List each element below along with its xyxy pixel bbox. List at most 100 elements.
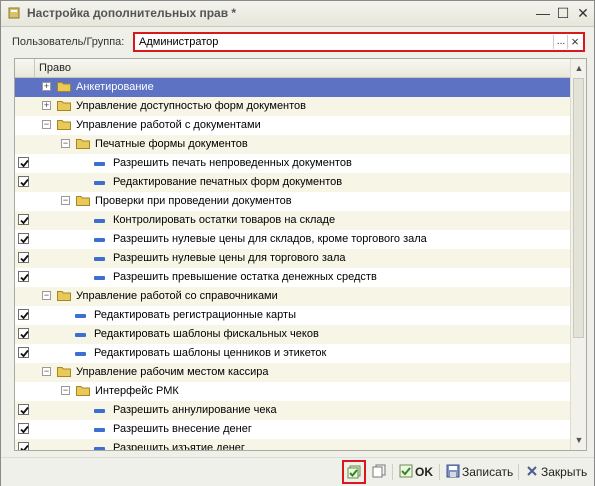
tree-row-label: Управление работой со справочниками: [76, 290, 278, 302]
permission-icon: [94, 238, 105, 242]
collapse-icon[interactable]: −: [61, 386, 70, 395]
tree-group-row[interactable]: − Интерфейс РМК: [15, 382, 570, 401]
copy-icon: [372, 464, 386, 478]
app-icon: [8, 7, 20, 19]
rights-tree[interactable]: Право + Анкетирование + Управление доступно…: [14, 58, 587, 451]
tree-row-label: Управление доступностью форм документов: [76, 100, 307, 112]
permission-checkbox[interactable]: [18, 233, 29, 244]
expand-icon[interactable]: +: [42, 82, 51, 91]
tree-header: Право: [15, 59, 586, 78]
tree-group-row[interactable]: − Управление работой с документами: [15, 116, 570, 135]
toolbar-separator: [392, 464, 393, 480]
tree-row-label: Анкетирование: [76, 81, 154, 93]
collapse-icon[interactable]: −: [42, 120, 51, 129]
collapse-icon[interactable]: −: [42, 367, 51, 376]
copy-button[interactable]: [369, 462, 389, 482]
close-form-icon: [527, 466, 537, 476]
save-button[interactable]: Записать: [443, 462, 515, 482]
tree-group-row[interactable]: − Проверки при проведении документов: [15, 192, 570, 211]
permission-icon: [94, 276, 105, 280]
permission-checkbox[interactable]: [18, 423, 29, 434]
tree-group-row[interactable]: − Управление рабочим местом кассира: [15, 363, 570, 382]
permission-icon: [75, 314, 86, 318]
tree-item-row[interactable]: Контролировать остатки товаров на складе: [15, 211, 570, 230]
collapse-icon[interactable]: −: [42, 291, 51, 300]
checkbox-column-header[interactable]: [15, 59, 35, 77]
permission-checkbox[interactable]: [18, 442, 29, 450]
permission-checkbox[interactable]: [18, 252, 29, 263]
tree-item-row[interactable]: Редактировать шаблоны фискальных чеков: [15, 325, 570, 344]
tree-row-label: Редактировать шаблоны фискальных чеков: [94, 328, 319, 340]
vertical-scrollbar[interactable]: ▲ ▼: [570, 59, 586, 450]
expand-icon[interactable]: +: [42, 101, 51, 110]
tree-row-label: Редактирование печатных форм документов: [113, 176, 343, 188]
scroll-down-icon[interactable]: ▼: [574, 435, 584, 445]
tree-item-row[interactable]: Разрешить печать непроведенных документо…: [15, 154, 570, 173]
minimize-icon[interactable]: —: [534, 4, 552, 22]
ok-label: OK: [415, 465, 433, 479]
permission-icon: [94, 257, 105, 261]
permission-checkbox[interactable]: [18, 404, 29, 415]
permission-icon: [75, 352, 86, 356]
tree-row-label: Интерфейс РМК: [95, 385, 179, 397]
permission-checkbox[interactable]: [18, 347, 29, 358]
check-all-button[interactable]: [342, 460, 366, 484]
tree-item-row[interactable]: Разрешить внесение денег: [15, 420, 570, 439]
permission-checkbox[interactable]: [18, 176, 29, 187]
footer-toolbar: OK Записать Закрыть: [1, 457, 594, 486]
tree-item-row[interactable]: Разрешить превышение остатка денежных ср…: [15, 268, 570, 287]
tree-row-label: Редактировать регистрационные карты: [94, 309, 296, 321]
tree-row-label: Разрешить внесение денег: [113, 423, 252, 435]
close-icon[interactable]: ✕: [574, 4, 592, 22]
settings-window: Настройка дополнительных прав * — ☐ ✕ По…: [0, 0, 595, 486]
tree-rows: + Анкетирование + Управление доступностью ф…: [15, 78, 570, 450]
toolbar-separator: [439, 464, 440, 480]
folder-icon: [76, 196, 90, 206]
user-group-value[interactable]: Администратор: [139, 36, 218, 48]
tree-item-row[interactable]: Редактировать шаблоны ценников и этикето…: [15, 344, 570, 363]
tree-row-label: Разрешить нулевые цены для складов, кром…: [113, 233, 427, 245]
permission-checkbox[interactable]: [18, 328, 29, 339]
tree-item-row[interactable]: Разрешить аннулирование чека: [15, 401, 570, 420]
select-button[interactable]: ...: [553, 35, 568, 49]
close-label: Закрыть: [541, 465, 588, 479]
save-label: Записать: [462, 465, 514, 479]
tree-group-row[interactable]: − Печатные формы документов: [15, 135, 570, 154]
close-button[interactable]: Закрыть: [522, 462, 588, 482]
tree-row-label: Управление работой с документами: [76, 119, 261, 131]
tree-row-label: Разрешить аннулирование чека: [113, 404, 277, 416]
tree-group-row[interactable]: + Анкетирование: [15, 78, 570, 97]
clear-button[interactable]: ×: [567, 35, 582, 49]
maximize-icon[interactable]: ☐: [554, 4, 572, 22]
column-header-right[interactable]: Право: [39, 62, 71, 74]
folder-icon: [57, 82, 71, 92]
tree-item-row[interactable]: Редактирование печатных форм документов: [15, 173, 570, 192]
collapse-icon[interactable]: −: [61, 139, 70, 148]
toolbar-separator: [518, 464, 519, 480]
user-group-field[interactable]: Администратор ... ×: [133, 32, 585, 52]
permission-icon: [75, 333, 86, 337]
tree-item-row[interactable]: Разрешить изъятие денег: [15, 439, 570, 450]
permission-icon: [94, 428, 105, 432]
check-all-icon: [347, 465, 361, 479]
tree-row-label: Разрешить нулевые цены для торгового зал…: [113, 252, 346, 264]
ok-button[interactable]: OK: [396, 462, 436, 482]
tree-row-label: Редактировать шаблоны ценников и этикето…: [94, 347, 327, 359]
tree-item-row[interactable]: Редактировать регистрационные карты: [15, 306, 570, 325]
tree-group-row[interactable]: + Управление доступностью форм документов: [15, 97, 570, 116]
scroll-thumb[interactable]: [573, 78, 584, 338]
scroll-up-icon[interactable]: ▲: [574, 63, 584, 73]
permission-icon: [94, 219, 105, 223]
permission-checkbox[interactable]: [18, 157, 29, 168]
tree-item-row[interactable]: Разрешить нулевые цены для складов, кром…: [15, 230, 570, 249]
permission-checkbox[interactable]: [18, 271, 29, 282]
tree-item-row[interactable]: Разрешить нулевые цены для торгового зал…: [15, 249, 570, 268]
permission-checkbox[interactable]: [18, 309, 29, 320]
collapse-icon[interactable]: −: [61, 196, 70, 205]
permission-icon: [94, 181, 105, 185]
permission-checkbox[interactable]: [18, 214, 29, 225]
tree-group-row[interactable]: − Управление работой со справочниками: [15, 287, 570, 306]
tree-row-label: Разрешить печать непроведенных документо…: [113, 157, 352, 169]
window-title: Настройка дополнительных прав *: [27, 6, 237, 20]
permission-icon: [94, 409, 105, 413]
